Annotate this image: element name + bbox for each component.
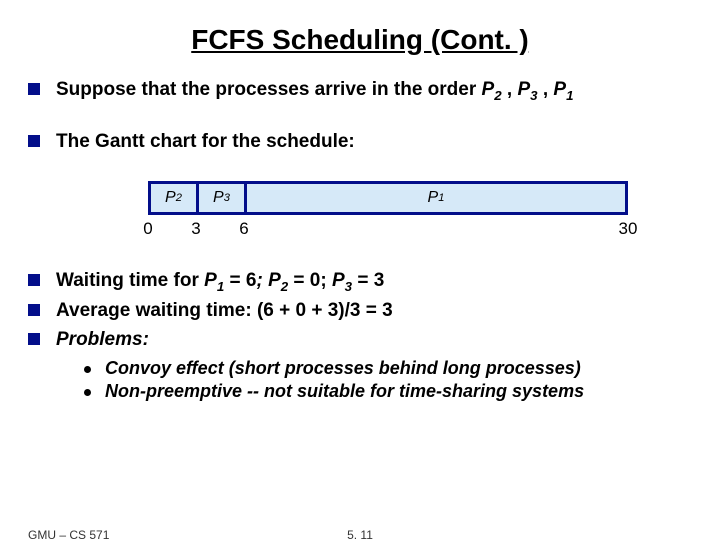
bullet-text: Waiting time for P1 = 6; P2 = 0; P3 = 3 [56,269,384,295]
proc-sub: 3 [224,192,230,204]
proc-sub: 3 [345,279,352,294]
text: Suppose that the processes arrive in the… [56,79,482,100]
proc-label: P [428,189,439,207]
footer-page-number: 5. 11 [347,528,373,540]
bullet-text: Suppose that the processes arrive in the… [56,78,573,104]
square-bullet-icon [28,304,40,316]
square-bullet-icon [28,333,40,345]
proc-label: P [165,189,176,207]
proc-sub: 2 [494,88,501,103]
bullet-gantt-intro: The Gantt chart for the schedule: [28,130,692,155]
text: , [502,79,518,100]
proc-label: P [268,270,281,291]
text: Problems: [56,329,149,350]
proc-label: P [332,270,345,291]
dot-bullet-icon [84,366,91,373]
value: = 6 [224,270,256,291]
proc-sub: 1 [438,192,444,204]
square-bullet-icon [28,83,40,95]
sub-bullet-convoy: Convoy effect (short processes behind lo… [84,358,692,379]
bullet-list-lower: Waiting time for P1 = 6; P2 = 0; P3 = 3 … [28,269,692,402]
proc-sub: 3 [530,88,537,103]
proc-label: P [482,79,495,100]
proc-label: P [517,79,530,100]
proc-label: P [204,270,217,291]
bullet-list: Suppose that the processes arrive in the… [28,78,692,155]
proc-label: P [213,189,224,207]
text: Waiting time for [56,270,204,291]
footer-left: GMU – CS 571 [28,528,109,540]
proc-label: P [553,79,566,100]
value: = 0; [288,270,332,291]
gantt-segment: P1 [247,184,625,212]
sub-bullet-text: Non-preemptive -- not suitable for time-… [105,381,584,402]
sub-bullet-list: Convoy effect (short processes behind lo… [84,358,692,402]
text: , [538,79,554,100]
proc-sub: 2 [176,192,182,204]
gantt-tick: 3 [191,219,200,239]
slide: FCFS Scheduling (Cont. ) Suppose that th… [0,0,720,540]
value: = 3 [352,270,384,291]
bullet-text: The Gantt chart for the schedule: [56,130,355,155]
gantt-tick: 30 [619,219,638,239]
gantt-tick: 0 [143,219,152,239]
gantt-ticks: 03630 [148,219,628,243]
gantt-segment: P2 [151,184,199,212]
bullet-waiting-time: Waiting time for P1 = 6; P2 = 0; P3 = 3 [28,269,692,295]
gantt-segment: P3 [199,184,247,212]
text: ; [256,270,268,291]
gantt-tick: 6 [239,219,248,239]
square-bullet-icon [28,274,40,286]
slide-title: FCFS Scheduling (Cont. ) [28,24,692,56]
bullet-avg-wait: Average waiting time: (6 + 0 + 3)/3 = 3 [28,299,692,324]
square-bullet-icon [28,135,40,147]
bullet-text: Average waiting time: (6 + 0 + 3)/3 = 3 [56,299,393,324]
dot-bullet-icon [84,389,91,396]
bullet-text: Problems: [56,328,149,353]
sub-bullet-text: Convoy effect (short processes behind lo… [105,358,581,379]
bullet-problems: Problems: [28,328,692,353]
gantt-chart: P2P3P1 03630 [148,181,692,243]
sub-bullet-nonpreemptive: Non-preemptive -- not suitable for time-… [84,381,692,402]
bullet-arrival-order: Suppose that the processes arrive in the… [28,78,692,104]
gantt-bar: P2P3P1 [148,181,628,215]
proc-sub: 1 [566,88,573,103]
